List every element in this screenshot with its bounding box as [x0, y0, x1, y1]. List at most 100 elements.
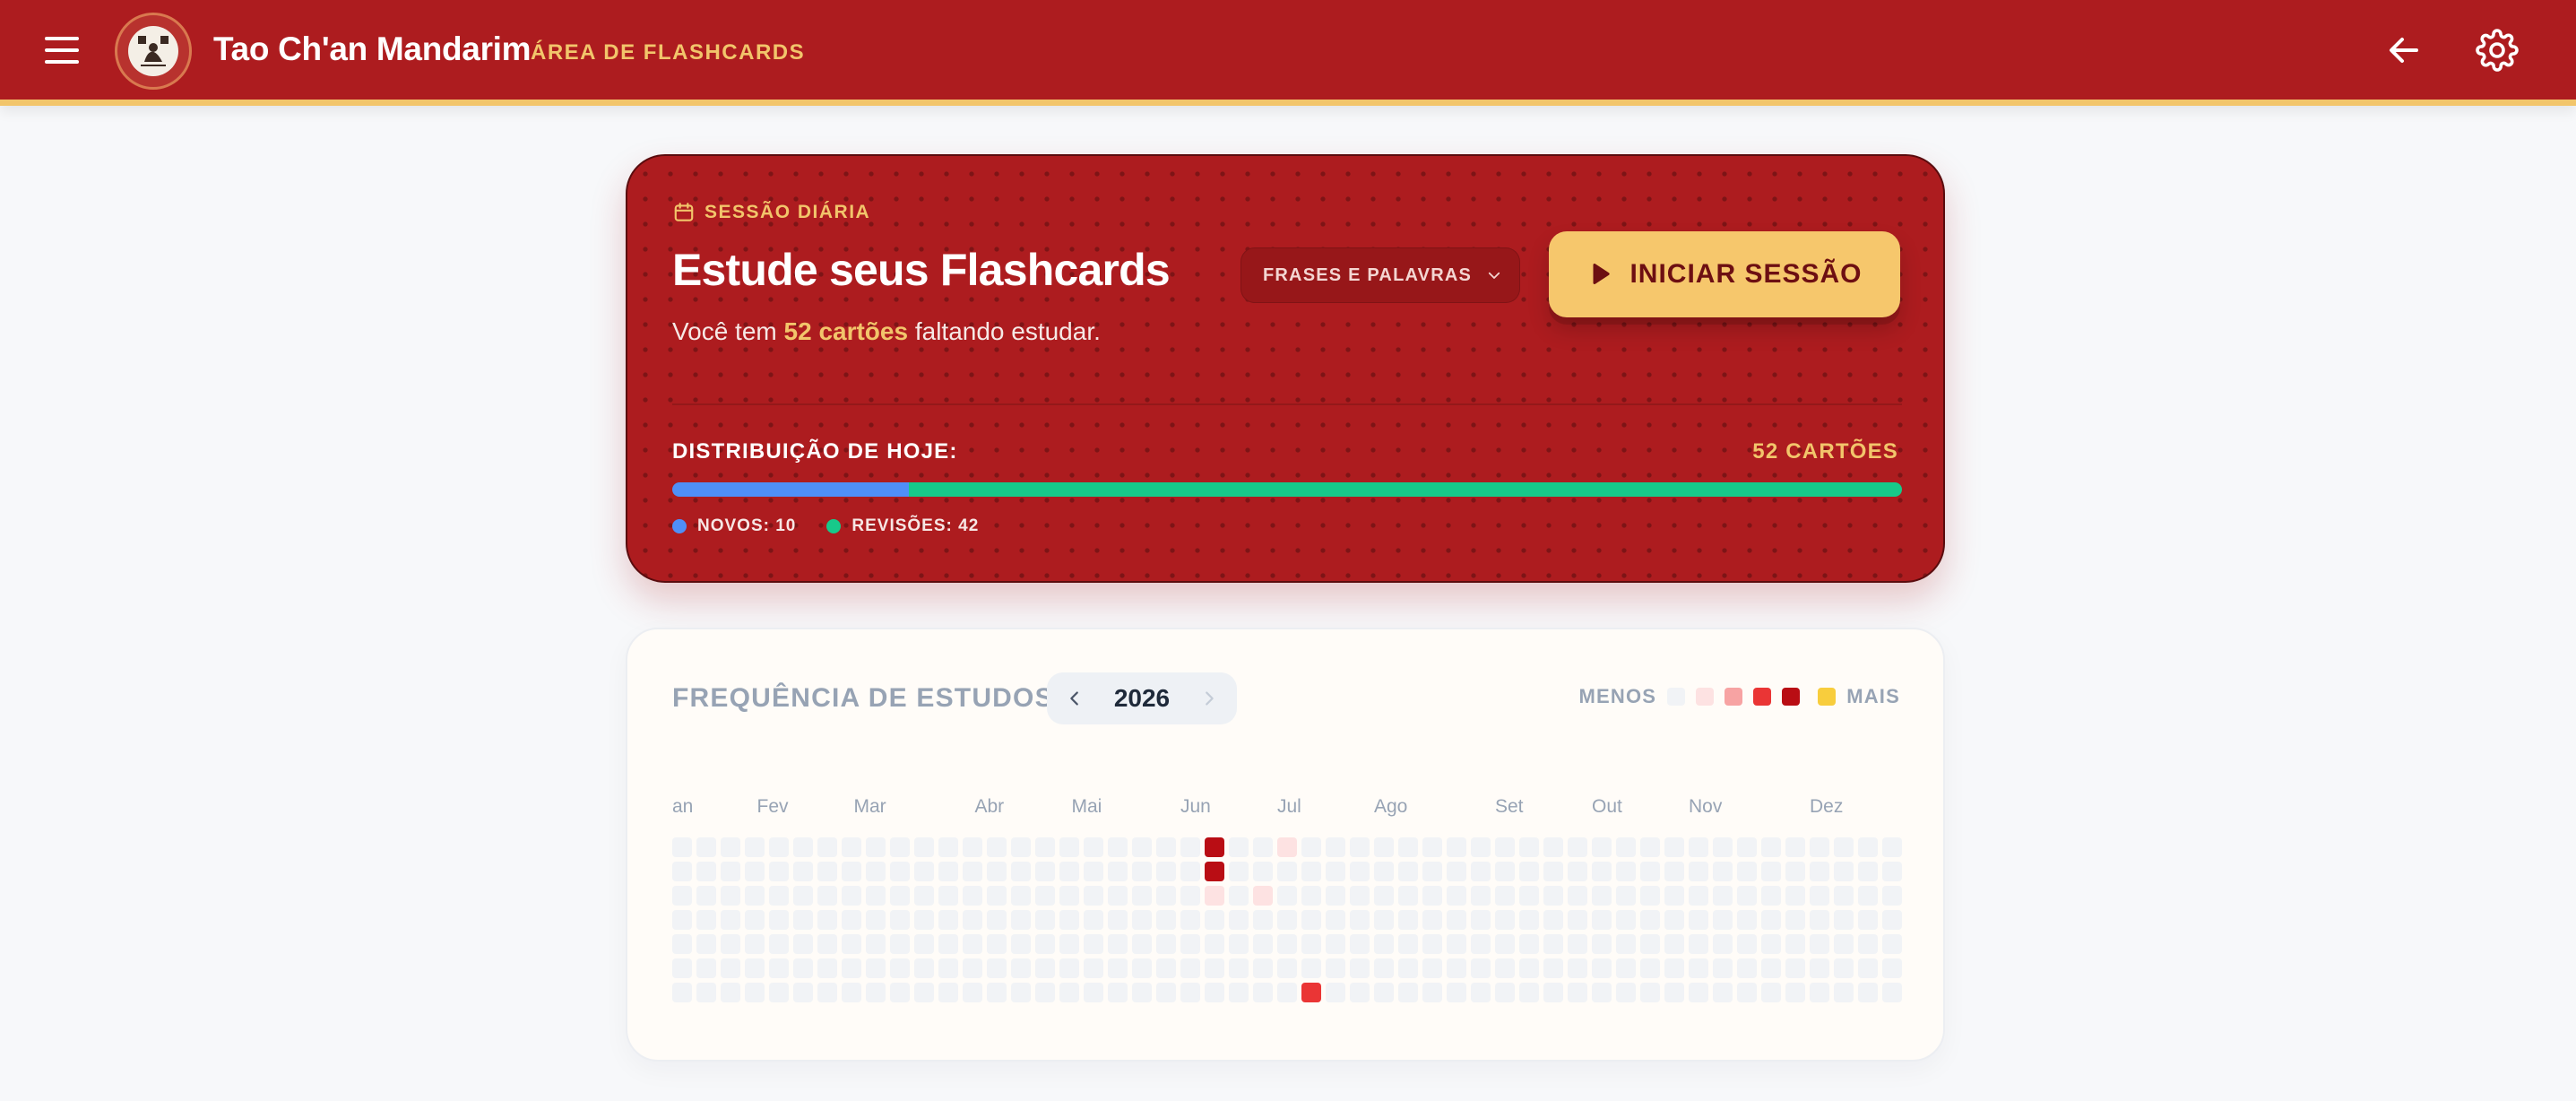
heatmap-day-cell[interactable]	[1447, 837, 1466, 857]
heatmap-day-cell[interactable]	[696, 910, 716, 930]
heatmap-day-cell[interactable]	[1664, 862, 1684, 881]
heatmap-day-cell[interactable]	[1059, 886, 1079, 906]
heatmap-day-cell[interactable]	[1326, 862, 1345, 881]
heatmap-day-cell[interactable]	[1495, 983, 1515, 1002]
heatmap-day-cell[interactable]	[842, 837, 861, 857]
heatmap-day-cell[interactable]	[1616, 837, 1636, 857]
heatmap-day-cell[interactable]	[1737, 886, 1757, 906]
heatmap-day-cell[interactable]	[1374, 910, 1394, 930]
heatmap-day-cell[interactable]	[1035, 837, 1055, 857]
heatmap-day-cell[interactable]	[1640, 910, 1660, 930]
heatmap-day-cell[interactable]	[1374, 886, 1394, 906]
heatmap-day-cell[interactable]	[1253, 983, 1273, 1002]
heatmap-day-cell[interactable]	[1761, 886, 1781, 906]
heatmap-day-cell[interactable]	[1059, 837, 1079, 857]
heatmap-day-cell[interactable]	[1398, 862, 1418, 881]
heatmap-day-cell[interactable]	[1156, 910, 1176, 930]
heatmap-day-cell[interactable]	[1132, 958, 1152, 978]
heatmap-day-cell[interactable]	[1205, 886, 1224, 906]
heatmap-day-cell[interactable]	[1785, 958, 1805, 978]
heatmap-day-cell[interactable]	[745, 934, 765, 954]
heatmap-day-cell[interactable]	[1592, 958, 1612, 978]
heatmap-day-cell[interactable]	[1640, 837, 1660, 857]
heatmap-day-cell[interactable]	[1543, 837, 1563, 857]
heatmap-day-cell[interactable]	[1519, 837, 1539, 857]
heatmap-day-cell[interactable]	[1737, 983, 1757, 1002]
heatmap-day-cell[interactable]	[1640, 983, 1660, 1002]
heatmap-day-cell[interactable]	[793, 958, 813, 978]
heatmap-day-cell[interactable]	[1471, 837, 1491, 857]
heatmap-day-cell[interactable]	[1374, 983, 1394, 1002]
heatmap-day-cell[interactable]	[1689, 837, 1708, 857]
heatmap-day-cell[interactable]	[1229, 862, 1249, 881]
heatmap-day-cell[interactable]	[1495, 934, 1515, 954]
heatmap-day-cell[interactable]	[1398, 934, 1418, 954]
heatmap-day-cell[interactable]	[1834, 862, 1854, 881]
heatmap-day-cell[interactable]	[987, 862, 1007, 881]
heatmap-day-cell[interactable]	[1447, 983, 1466, 1002]
heatmap-day-cell[interactable]	[1834, 934, 1854, 954]
heatmap-day-cell[interactable]	[1882, 910, 1902, 930]
heatmap-day-cell[interactable]	[1447, 886, 1466, 906]
heatmap-day-cell[interactable]	[1858, 910, 1878, 930]
heatmap-day-cell[interactable]	[1059, 983, 1079, 1002]
heatmap-day-cell[interactable]	[1011, 934, 1031, 954]
heatmap-day-cell[interactable]	[1834, 983, 1854, 1002]
heatmap-day-cell[interactable]	[696, 862, 716, 881]
heatmap-day-cell[interactable]	[1592, 983, 1612, 1002]
heatmap-day-cell[interactable]	[1229, 910, 1249, 930]
heatmap-day-cell[interactable]	[1810, 837, 1829, 857]
heatmap-day-cell[interactable]	[1858, 934, 1878, 954]
heatmap-day-cell[interactable]	[1592, 837, 1612, 857]
heatmap-day-cell[interactable]	[963, 958, 982, 978]
heatmap-day-cell[interactable]	[1737, 934, 1757, 954]
heatmap-day-cell[interactable]	[1253, 837, 1273, 857]
heatmap-day-cell[interactable]	[1471, 934, 1491, 954]
heatmap-day-cell[interactable]	[1543, 958, 1563, 978]
heatmap-day-cell[interactable]	[1882, 958, 1902, 978]
heatmap-day-cell[interactable]	[1011, 886, 1031, 906]
heatmap-day-cell[interactable]	[1664, 958, 1684, 978]
heatmap-day-cell[interactable]	[1834, 837, 1854, 857]
heatmap-day-cell[interactable]	[1785, 862, 1805, 881]
heatmap-day-cell[interactable]	[1035, 934, 1055, 954]
heatmap-day-cell[interactable]	[1205, 862, 1224, 881]
heatmap-day-cell[interactable]	[1374, 958, 1394, 978]
heatmap-day-cell[interactable]	[1108, 958, 1128, 978]
heatmap-day-cell[interactable]	[914, 862, 934, 881]
heatmap-day-cell[interactable]	[1374, 862, 1394, 881]
heatmap-day-cell[interactable]	[1713, 862, 1733, 881]
heatmap-day-cell[interactable]	[1785, 837, 1805, 857]
heatmap-day-cell[interactable]	[914, 958, 934, 978]
heatmap-day-cell[interactable]	[672, 837, 692, 857]
heatmap-day-cell[interactable]	[769, 837, 789, 857]
heatmap-day-cell[interactable]	[1810, 910, 1829, 930]
heatmap-day-cell[interactable]	[1810, 886, 1829, 906]
heatmap-day-cell[interactable]	[938, 837, 958, 857]
heatmap-day-cell[interactable]	[672, 934, 692, 954]
heatmap-day-cell[interactable]	[1108, 862, 1128, 881]
heatmap-day-cell[interactable]	[1882, 886, 1902, 906]
heatmap-day-cell[interactable]	[721, 983, 740, 1002]
heatmap-day-cell[interactable]	[1664, 983, 1684, 1002]
heatmap-day-cell[interactable]	[721, 886, 740, 906]
heatmap-day-cell[interactable]	[1180, 837, 1200, 857]
heatmap-day-cell[interactable]	[1640, 862, 1660, 881]
heatmap-day-cell[interactable]	[866, 886, 886, 906]
heatmap-day-cell[interactable]	[1519, 862, 1539, 881]
heatmap-day-cell[interactable]	[1132, 934, 1152, 954]
heatmap-day-cell[interactable]	[1568, 837, 1587, 857]
heatmap-day-cell[interactable]	[1253, 886, 1273, 906]
heatmap-day-cell[interactable]	[1180, 934, 1200, 954]
heatmap-day-cell[interactable]	[914, 910, 934, 930]
heatmap-day-cell[interactable]	[1132, 837, 1152, 857]
heatmap-day-cell[interactable]	[1156, 862, 1176, 881]
heatmap-day-cell[interactable]	[1858, 958, 1878, 978]
heatmap-day-cell[interactable]	[1301, 934, 1321, 954]
heatmap-day-cell[interactable]	[1471, 862, 1491, 881]
heatmap-day-cell[interactable]	[1277, 910, 1297, 930]
heatmap-day-cell[interactable]	[1834, 910, 1854, 930]
heatmap-day-cell[interactable]	[745, 958, 765, 978]
heatmap-day-cell[interactable]	[914, 934, 934, 954]
heatmap-day-cell[interactable]	[987, 910, 1007, 930]
